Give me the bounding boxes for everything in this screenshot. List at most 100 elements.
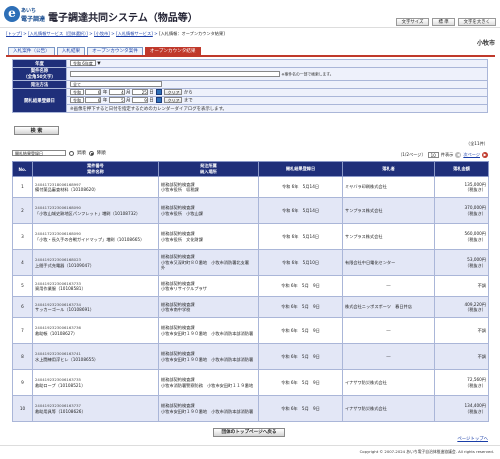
sort-bar: 開札結果登録日 昇順 降順 bbox=[12, 150, 106, 156]
breadcrumb: [トップ] > [入札情報サービス（団体選択）] > [小牧市] > [入札情報… bbox=[6, 31, 225, 36]
prev-page-icon: ◀ bbox=[455, 152, 462, 158]
breadcrumb-city[interactable]: [小牧市] bbox=[94, 31, 110, 36]
date-to-clear-button[interactable]: クリア bbox=[164, 97, 183, 104]
row-item-name[interactable]: 救助ロープ（10108521） bbox=[35, 383, 156, 388]
tab-open-counter-items[interactable]: オープンカウンタ案件 bbox=[87, 47, 143, 55]
row-no: 8 bbox=[12, 343, 33, 370]
page-top-link[interactable]: ページトップへ bbox=[457, 436, 488, 442]
pager: （1/2ページ） 10 件表示 ◀ 次ページ ▶ bbox=[398, 152, 488, 158]
sort-desc-radio[interactable] bbox=[88, 150, 94, 156]
date-label: 開札結果登録日 bbox=[12, 88, 67, 113]
sort-asc-radio[interactable] bbox=[69, 150, 74, 156]
row-no: 5 bbox=[12, 275, 33, 297]
row-place: 小牧市安田町１９０番地 小牧市消防本部消防署 bbox=[161, 356, 254, 362]
row-winner: 株式会社ニッポスポーツ 春日井店 bbox=[342, 296, 435, 318]
order-method-select[interactable]: 全て bbox=[70, 81, 162, 88]
row-no: 3 bbox=[12, 223, 33, 250]
per-page-select[interactable]: 10 bbox=[427, 152, 439, 158]
row-tax: （税抜き） bbox=[465, 408, 486, 414]
back-to-top-page-button[interactable]: 団体のトップページへ戻る bbox=[213, 428, 285, 437]
tab-bid-notice[interactable]: 入札案件（公告） bbox=[8, 47, 55, 55]
calendar-from-icon[interactable] bbox=[156, 89, 163, 96]
row-winner: イナザワ防災株式会社 bbox=[342, 369, 435, 396]
date-to-era[interactable]: 令和 bbox=[70, 97, 84, 104]
breadcrumb-service[interactable]: [入札情報サービス] bbox=[116, 31, 153, 36]
row-date: 令和 6年 5月 9日 bbox=[258, 317, 343, 344]
tab-underline bbox=[6, 55, 495, 57]
row-item-name[interactable]: 備付薬品審査材料（10108620） bbox=[35, 187, 156, 192]
per-page-suffix: 件表示 bbox=[440, 152, 454, 157]
breadcrumb-org-select[interactable]: [入札情報サービス（団体選択）] bbox=[28, 31, 88, 36]
font-standard-button[interactable]: 標 準 bbox=[432, 18, 455, 26]
search-form: 年度 令和 6年度 ▼ 案件名称 （全角50文字） ※案件名の一部で検索します。 … bbox=[12, 59, 488, 113]
row-no: 1 bbox=[12, 176, 33, 198]
row-date: 令和 6年 5月14日 bbox=[258, 176, 343, 198]
order-method-label: 発注方法 bbox=[12, 80, 67, 89]
row-item-name[interactable]: サッカーゴール（10108691） bbox=[35, 307, 156, 312]
row-tax: （税抜き） bbox=[465, 210, 486, 216]
logo-line2: 電子調達 bbox=[21, 16, 46, 23]
row-date: 令和 6年 5月 9日 bbox=[258, 369, 343, 396]
tab-open-counter-results[interactable]: オープンカウンタ結果 bbox=[144, 47, 201, 55]
item-name-input[interactable] bbox=[70, 70, 280, 77]
row-date: 令和 6年 5月14日 bbox=[258, 223, 343, 250]
row-amount: 不調 bbox=[477, 327, 486, 333]
date-from-year[interactable]: 6 bbox=[85, 89, 102, 96]
next-page-icon[interactable]: ▶ bbox=[482, 152, 488, 158]
logo-mark: e bbox=[4, 6, 20, 22]
row-tax: （税抜き） bbox=[465, 262, 486, 268]
row-item-name[interactable]: 救助用具等（10108626） bbox=[35, 409, 156, 414]
table-row: 10 2404192323006163737 救助用具等（10108626） 総務部契… bbox=[12, 395, 489, 422]
footer: Copyright © 2007-2024 あいち電子自治体推進協議会. All… bbox=[0, 445, 500, 459]
row-no: 2 bbox=[12, 197, 33, 224]
row-item-name[interactable]: 「小牧山城史跡地区パンフレット」増刷（10108732） bbox=[35, 211, 156, 216]
logo-line1: あいち bbox=[21, 8, 37, 14]
row-item-name[interactable]: 資用作業服（10108581） bbox=[35, 286, 156, 291]
table-row: 7 2404192323006163736 救助帳（10108627） 総務部契約検査… bbox=[12, 317, 489, 344]
row-place: 小牧市役所 収税課 bbox=[161, 187, 199, 192]
breadcrumb-current: [入札情報：オープンカウンタ結果] bbox=[158, 31, 225, 36]
date-to-year[interactable]: 6 bbox=[85, 97, 102, 104]
row-item-name[interactable]: 救助帳（10108627） bbox=[35, 331, 156, 336]
calendar-to-icon[interactable] bbox=[156, 97, 163, 104]
table-row: 9 2404192323006163735 救助ロープ（10108521） 総務部契約… bbox=[12, 369, 489, 396]
col-dept: 発注所属 納入場所 bbox=[158, 161, 259, 177]
table-row: 5 2404192323006163733 資用作業服（10108581） 総務部契約… bbox=[12, 275, 489, 297]
date-note: ※画像を押下すると日付を指定するためのカレンダーダイアログを表示します。 bbox=[66, 104, 488, 113]
row-item-name[interactable]: 上間手式充電器（10109047） bbox=[35, 263, 156, 268]
table-row: 4 2404192323006168023 上間手式充電器（10109047） 総務部… bbox=[12, 249, 489, 276]
row-date: 令和 6年 5月10日 bbox=[258, 249, 343, 276]
date-from-month[interactable]: 4 bbox=[108, 89, 125, 96]
row-date: 令和 6年 5月 9日 bbox=[258, 296, 343, 318]
breadcrumb-top[interactable]: [トップ] bbox=[6, 31, 22, 36]
font-size-label-button[interactable]: 文字サイズ bbox=[395, 18, 430, 26]
row-item-name[interactable]: 「小牧・長久手の合戦ガイドマップ」増刷（10108665） bbox=[35, 237, 156, 242]
row-tax: （税抜き） bbox=[465, 307, 486, 312]
row-item-name[interactable]: 水上闘練用浮ヒレ（10108655） bbox=[35, 357, 156, 362]
date-to-day[interactable]: 9 bbox=[131, 97, 148, 104]
result-counts: （全11件） bbox=[466, 141, 488, 147]
table-row: 3 2404172323006168090 「小牧・長久手の合戦ガイドマップ」増刷（… bbox=[12, 223, 489, 250]
item-name-sublabel: （全角50文字） bbox=[23, 75, 56, 80]
row-place: 小牧市南中学校 bbox=[161, 307, 191, 312]
row-place: 小牧市又深町町８０番地 小牧市消防署北支署 外 bbox=[161, 259, 254, 271]
date-from-clear-button[interactable]: クリア bbox=[164, 89, 183, 96]
col-amount: 落札金額 bbox=[434, 161, 489, 177]
logo[interactable]: e あいち 電子調達 bbox=[4, 6, 46, 23]
row-winner: ミヤバラ印刷株式会社 bbox=[342, 176, 435, 198]
table-row: 8 2404192323006163741 水上闘練用浮ヒレ（10108655） 総務… bbox=[12, 343, 489, 370]
row-winner: イナザワ防災株式会社 bbox=[342, 395, 435, 422]
next-page-link[interactable]: 次ページ bbox=[463, 152, 480, 158]
row-winner: サンプラス株式会社 bbox=[342, 223, 435, 250]
search-button[interactable]: 検 索 bbox=[14, 126, 59, 135]
sort-field-select[interactable]: 開札結果登録日 bbox=[12, 150, 66, 156]
date-from-era[interactable]: 令和 bbox=[70, 89, 84, 96]
date-from-day[interactable]: 25 bbox=[131, 89, 148, 96]
date-to-month[interactable]: 5 bbox=[108, 97, 125, 104]
tab-bid-results[interactable]: 入札結果 bbox=[56, 47, 86, 55]
row-no: 4 bbox=[12, 249, 33, 276]
font-large-button[interactable]: 文字を大きく bbox=[457, 18, 496, 26]
row-winner: サンプラス株式会社 bbox=[342, 197, 435, 224]
city-name: 小牧市 bbox=[476, 40, 495, 47]
year-select[interactable]: 令和 6年度 bbox=[70, 60, 96, 67]
